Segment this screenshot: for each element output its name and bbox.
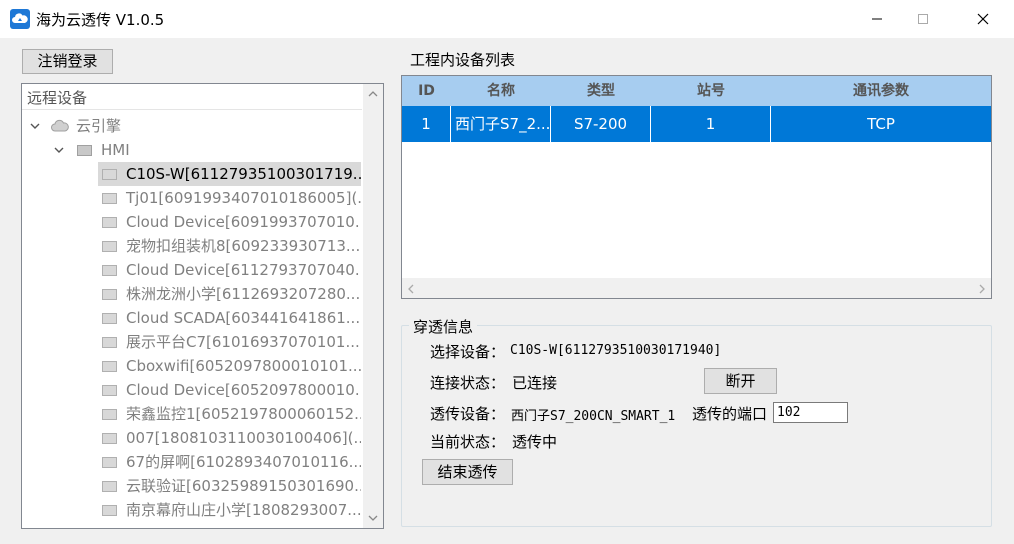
window-title: 海为云透传 V1.0.5 bbox=[36, 11, 165, 29]
cloud-icon bbox=[51, 119, 69, 132]
end-passthrough-button[interactable]: 结束透传 bbox=[422, 459, 513, 485]
tree-device-item[interactable]: 展示平台C7[61016937070101... bbox=[98, 330, 361, 354]
tree-device-item[interactable]: 007[1808103110030100406](... bbox=[98, 426, 361, 450]
device-icon bbox=[102, 217, 117, 228]
table-row[interactable]: 1 西门子S7_2... S7-200 1 TCP bbox=[402, 106, 991, 142]
hmi-icon bbox=[77, 145, 92, 156]
cell-station: 1 bbox=[651, 106, 771, 142]
tree-header: 远程设备 bbox=[22, 84, 362, 110]
column-header-type[interactable]: 类型 bbox=[551, 76, 651, 106]
tree-device-item[interactable]: Cloud Device[6052097800010... bbox=[98, 378, 361, 402]
device-icon bbox=[102, 481, 117, 492]
tree-device-item[interactable]: Cboxwifi[605209780001010​1... bbox=[98, 354, 361, 378]
tree-device-item[interactable]: Cloud Device[6112793707040... bbox=[98, 258, 361, 282]
select-device-value: C10S-W[61127935100301719​40] bbox=[510, 343, 722, 358]
tree-device-item[interactable]: Cloud Device[6091993707010... bbox=[98, 210, 361, 234]
column-header-station[interactable]: 站号 bbox=[651, 76, 771, 106]
device-list-title: 工程内设备列表 bbox=[410, 51, 516, 69]
device-icon bbox=[102, 433, 117, 444]
tree-device-label: 展示平台C7[61016937070101... bbox=[126, 333, 360, 351]
select-device-label: 选择设备： bbox=[430, 343, 506, 361]
app-cloud-icon bbox=[10, 9, 30, 29]
tree-device-label: 宠物扣组装机8[609233930713... bbox=[126, 237, 361, 255]
port-input[interactable]: 102 bbox=[773, 402, 848, 423]
device-icon bbox=[102, 361, 117, 372]
tree-device-label: Cloud Device[6112793707040... bbox=[126, 261, 361, 279]
close-button[interactable] bbox=[960, 0, 1006, 38]
tree-device-item[interactable]: 株洲龙洲小学[611269320728​0... bbox=[98, 282, 361, 306]
device-icon bbox=[102, 385, 117, 396]
table-horizontal-scrollbar[interactable] bbox=[402, 278, 991, 298]
cell-id: 1 bbox=[402, 106, 451, 142]
device-icon bbox=[102, 337, 117, 348]
tree-device-item[interactable]: 荣鑫监控1[6052197800060152... bbox=[98, 402, 361, 426]
device-icon bbox=[102, 289, 117, 300]
current-status-label: 当前状态： bbox=[430, 433, 506, 451]
tree-device-label: Cloud SCADA[603441641861... bbox=[126, 309, 361, 327]
tree-device-label: 云联验证[60325989150301690... bbox=[126, 477, 361, 495]
tree-group-label: HMI bbox=[101, 141, 130, 159]
minimize-button[interactable] bbox=[854, 0, 900, 38]
passthrough-device-label: 透传设备： bbox=[430, 405, 506, 423]
tree-device-item[interactable]: C10S-W[61127935100301719... bbox=[98, 162, 361, 186]
tree-device-item[interactable]: 宠物扣组装机8[609233930713... bbox=[98, 234, 361, 258]
device-icon bbox=[102, 169, 117, 180]
scroll-down-icon[interactable] bbox=[368, 514, 378, 522]
tree-device-item[interactable]: 云联验证[60325989150301690... bbox=[98, 474, 361, 498]
tree-device-item[interactable]: 南京幕府山庄小学[1808293007... bbox=[98, 498, 361, 522]
column-header-params[interactable]: 通讯参数 bbox=[771, 76, 991, 106]
tree-device-label: 67的屏啊[6102893407010116... bbox=[126, 453, 361, 471]
tree-device-item[interactable]: Tj01[6091993407010186005](... bbox=[98, 186, 361, 210]
device-list-table[interactable]: ID 名称 类型 站号 通讯参数 1 西门子S7_2... S7-200 1 T… bbox=[401, 75, 992, 299]
maximize-button[interactable] bbox=[900, 0, 946, 38]
passthrough-device-value: 西门子S7_200CN_SMART_1 bbox=[511, 409, 676, 424]
device-icon bbox=[102, 409, 117, 420]
scroll-left-icon[interactable] bbox=[407, 284, 415, 294]
disconnect-button[interactable]: 断开 bbox=[704, 368, 777, 394]
tree-device-label: Cloud Device[6052097800010... bbox=[126, 381, 361, 399]
cell-type: S7-200 bbox=[551, 106, 651, 142]
device-icon bbox=[102, 457, 117, 468]
cell-params: TCP bbox=[867, 115, 895, 133]
tree-device-label: Cboxwifi[605209780001010​1... bbox=[126, 357, 361, 375]
connection-status-label: 连接状态： bbox=[430, 374, 506, 392]
port-label: 透传的端口 bbox=[692, 405, 768, 423]
title-bar: 海为云透传 V1.0.5 bbox=[0, 0, 1014, 38]
remote-device-tree[interactable]: 远程设备 云引擎 HMI C10S-W[61127935100301719...… bbox=[21, 83, 384, 529]
column-header-name[interactable]: 名称 bbox=[451, 76, 551, 106]
tree-device-label: 株洲龙洲小学[611269320728​0... bbox=[126, 285, 361, 303]
tree-device-label: 007[1808103110030100406](... bbox=[126, 429, 361, 447]
tree-device-item[interactable]: 67的屏啊[6102893407010116... bbox=[98, 450, 361, 474]
tree-device-label: C10S-W[61127935100301719... bbox=[126, 165, 361, 183]
device-icon bbox=[102, 505, 117, 516]
device-icon bbox=[102, 313, 117, 324]
logout-button[interactable]: 注销登录 bbox=[22, 49, 113, 74]
tree-device-item[interactable]: Cloud SCADA[603441641861... bbox=[98, 306, 361, 330]
scroll-right-icon[interactable] bbox=[978, 284, 986, 294]
tree-vertical-scrollbar[interactable] bbox=[363, 84, 383, 528]
cell-name: 西门子S7_2... bbox=[451, 106, 551, 142]
tree-device-label: 荣鑫监控1[6052197800060152... bbox=[126, 405, 361, 423]
current-status-value: 透传中 bbox=[512, 433, 558, 451]
device-icon bbox=[102, 193, 117, 204]
tree-root-label: 云引擎 bbox=[76, 117, 122, 135]
chevron-down-icon[interactable] bbox=[53, 144, 65, 156]
device-icon bbox=[102, 265, 117, 276]
table-header: ID 名称 类型 站号 通讯参数 bbox=[402, 76, 991, 106]
tree-device-label: Tj01[6091993407010186005](... bbox=[126, 189, 361, 207]
tree-node-cloud-engine[interactable]: 云引擎 bbox=[22, 114, 362, 138]
tree-device-label: Cloud Device[6091993707010... bbox=[126, 213, 361, 231]
scroll-up-icon[interactable] bbox=[368, 90, 378, 98]
tree-device-label: 南京幕府山庄小学[1808293007... bbox=[126, 501, 361, 519]
tree-node-hmi[interactable]: HMI bbox=[22, 138, 362, 162]
connection-status-value: 已连接 bbox=[512, 374, 558, 392]
chevron-down-icon[interactable] bbox=[29, 120, 41, 132]
device-icon bbox=[102, 241, 117, 252]
passthrough-info-title: 穿透信息 bbox=[409, 316, 478, 337]
column-header-id[interactable]: ID bbox=[402, 76, 451, 106]
